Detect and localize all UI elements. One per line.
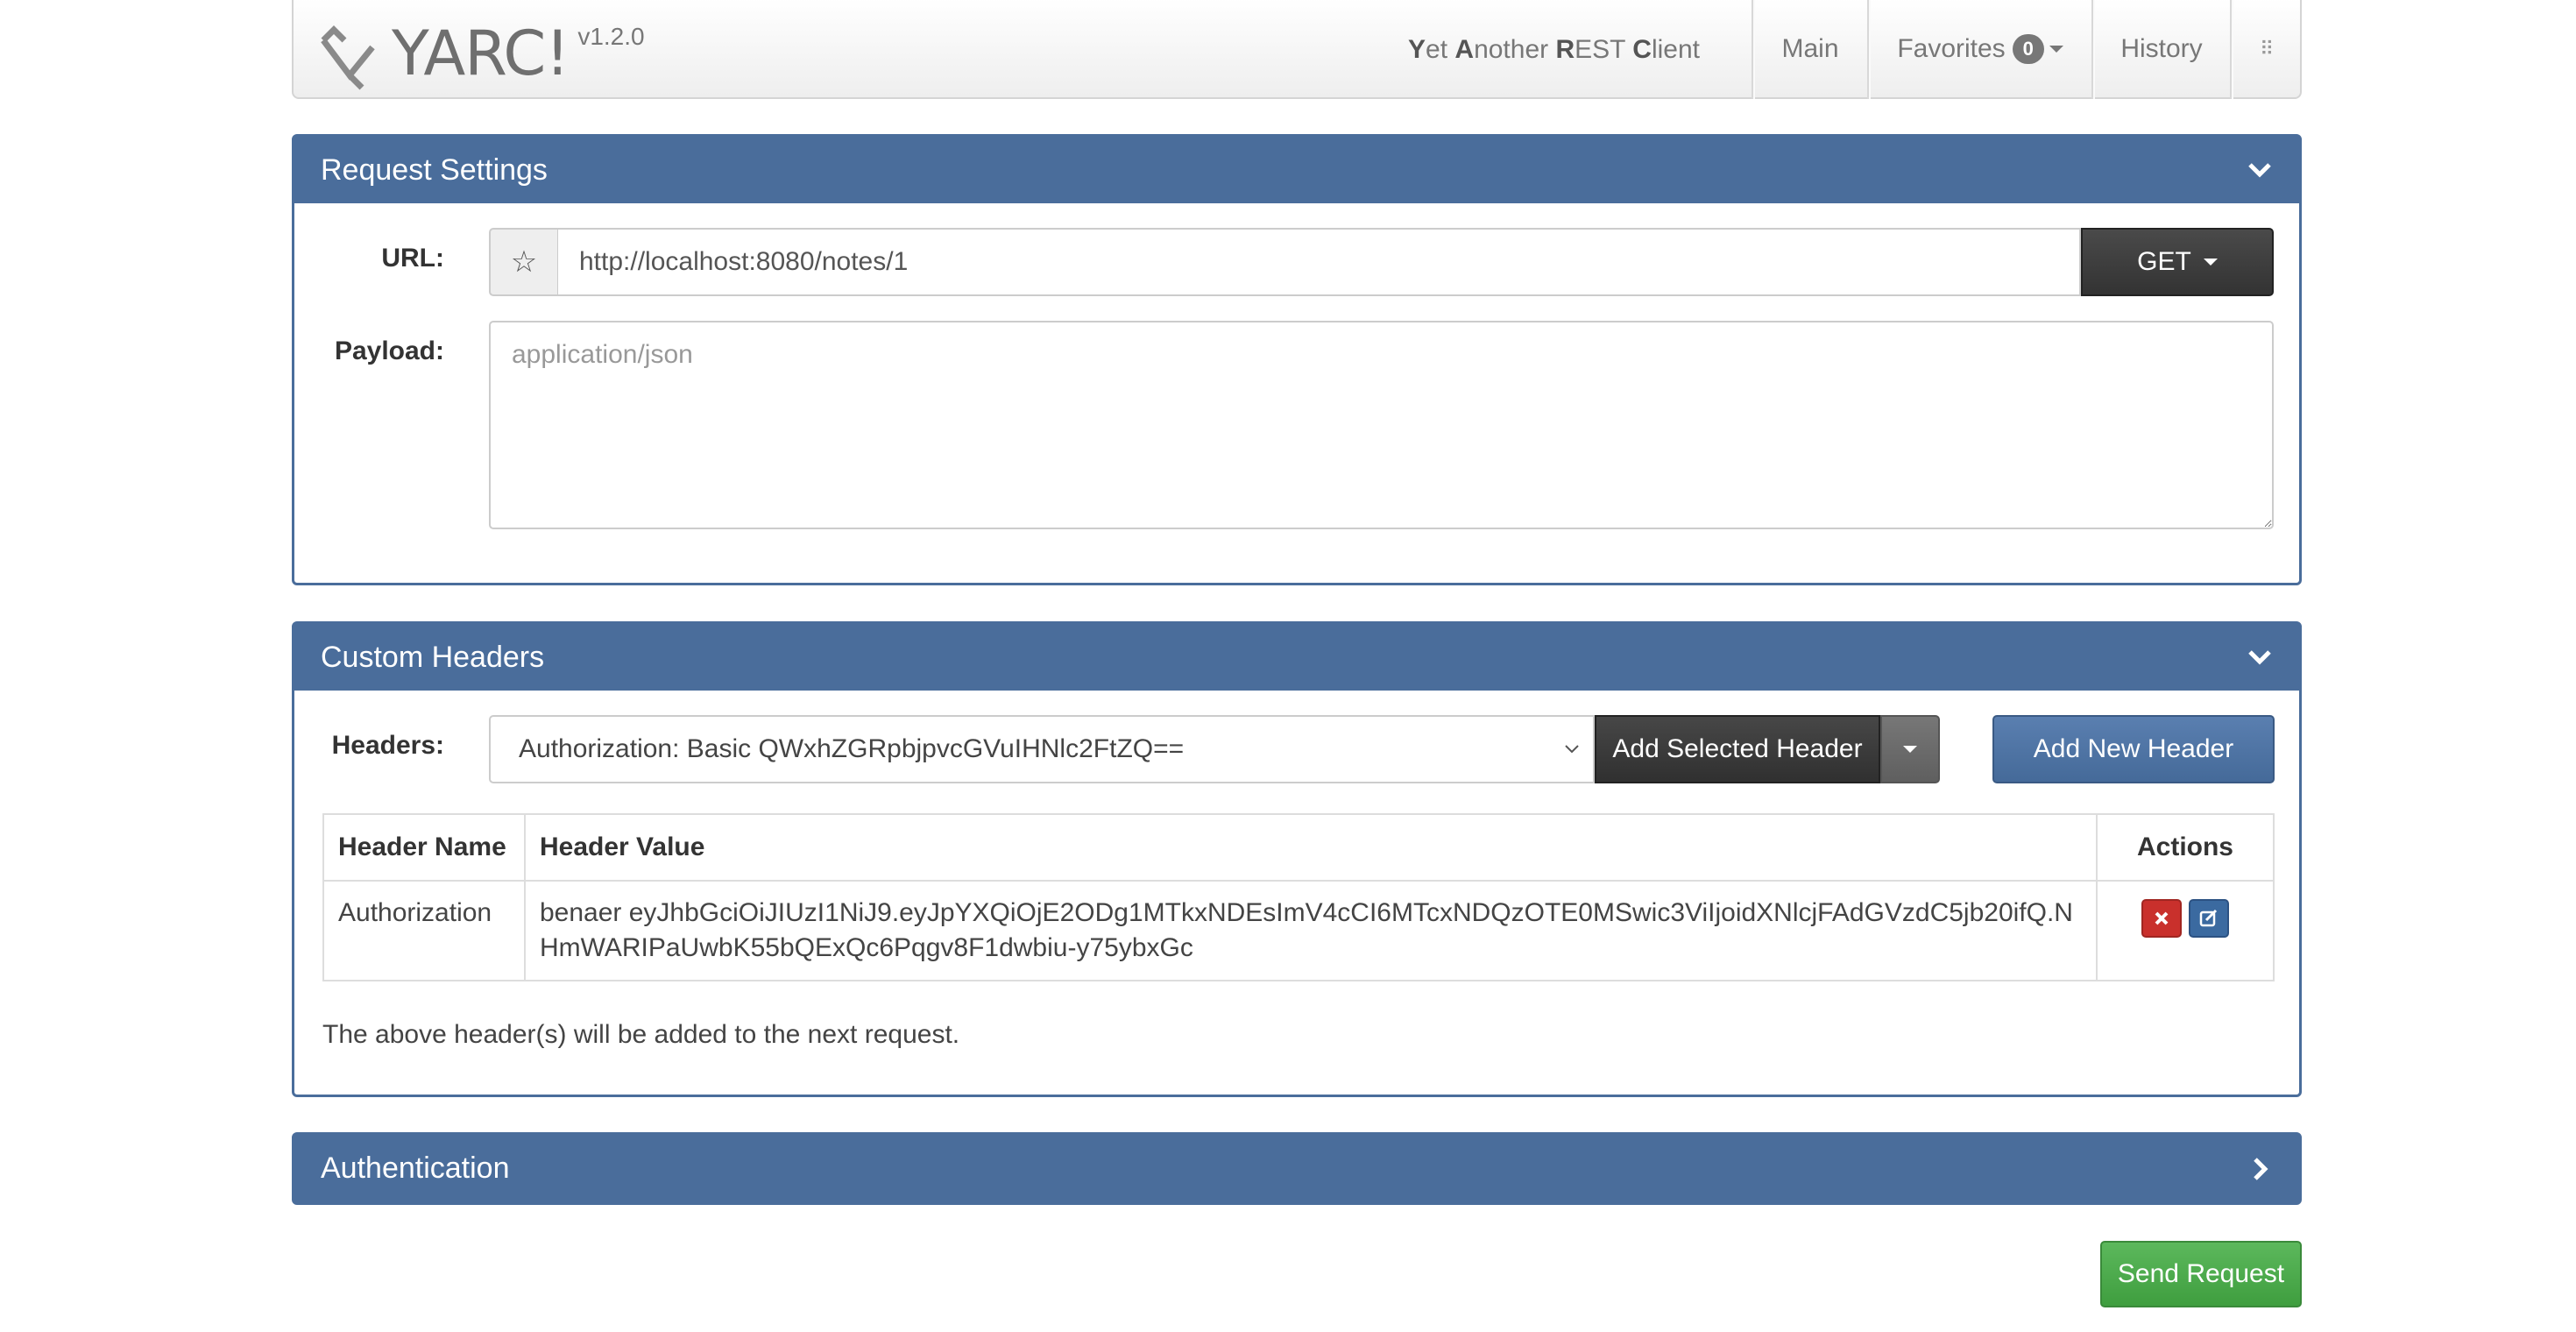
nav-history-label: History xyxy=(2120,33,2203,63)
table-header-row: Header Name Header Value Actions xyxy=(322,813,2275,882)
table-row: Authorization benaer eyJhbGciOiJIUzI1NiJ… xyxy=(322,880,2275,981)
payload-label: Payload: xyxy=(334,337,444,365)
chevron-down-icon xyxy=(2203,259,2218,266)
custom-headers-header[interactable]: Custom Headers xyxy=(294,624,2299,691)
request-settings-title: Request Settings xyxy=(321,152,548,187)
tagline: Yet Another REST Client xyxy=(1408,35,1700,64)
edit-header-button[interactable] xyxy=(2189,899,2229,938)
nav-main[interactable]: Main xyxy=(1752,0,1867,99)
column-header-actions: Actions xyxy=(2096,813,2275,882)
column-header-name: Header Name xyxy=(322,813,526,882)
custom-headers-title: Custom Headers xyxy=(321,640,545,674)
top-navbar: YARC! v1.2.0 Yet Another REST Client Mai… xyxy=(292,0,2302,99)
headers-table: Header Name Header Value Actions Authori… xyxy=(322,813,2275,981)
nav-favorites-dropdown[interactable]: Favorites 0 xyxy=(1867,0,2091,99)
nav-favorites-label: Favorites xyxy=(1897,33,2006,63)
request-settings-panel: Request Settings URL: ☆ GET Payload: xyxy=(292,134,2302,585)
chevron-right-icon xyxy=(2254,1157,2268,1180)
add-new-header-button[interactable]: Add New Header xyxy=(1992,715,2275,783)
chevron-down-icon xyxy=(1903,746,1917,753)
header-value-cell: benaer eyJhbGciOiJIUzI1NiJ9.eyJpYXQiOjE2… xyxy=(524,880,2098,981)
header-select-value: Authorization: Basic QWxhZGRpbjpvcGVuIHN… xyxy=(519,734,1185,763)
send-request-button[interactable]: Send Request xyxy=(2100,1241,2302,1307)
nav-drag-handle[interactable]: ⠿ xyxy=(2230,0,2300,99)
authentication-panel: Authentication xyxy=(292,1132,2302,1205)
payload-textarea[interactable] xyxy=(489,321,2274,529)
http-method-label: GET xyxy=(2137,247,2191,276)
add-selected-header-button[interactable]: Add Selected Header xyxy=(1595,715,1880,783)
send-request-label: Send Request xyxy=(2117,1259,2285,1288)
brand[interactable]: YARC! v1.2.0 xyxy=(316,9,645,91)
delete-header-button[interactable] xyxy=(2141,899,2182,938)
headers-note: The above header(s) will be added to the… xyxy=(322,1020,960,1049)
chevron-down-icon xyxy=(2248,650,2271,665)
chevron-down-icon xyxy=(2049,45,2063,53)
edit-icon xyxy=(2199,909,2218,927)
authentication-title: Authentication xyxy=(321,1151,510,1185)
star-icon: ☆ xyxy=(510,245,538,279)
header-actions-cell xyxy=(2096,880,2275,981)
brand-name: YARC! xyxy=(392,18,570,89)
header-select[interactable]: Authorization: Basic QWxhZGRpbjpvcGVuIHN… xyxy=(489,715,1595,783)
nav-history[interactable]: History xyxy=(2091,0,2230,99)
yarc-logo-icon xyxy=(321,25,375,90)
add-selected-header-label: Add Selected Header xyxy=(1612,734,1863,763)
url-label: URL: xyxy=(381,244,444,273)
add-new-header-label: Add New Header xyxy=(2033,734,2234,763)
authentication-header[interactable]: Authentication xyxy=(294,1135,2299,1202)
close-icon xyxy=(2155,911,2169,925)
request-settings-header[interactable]: Request Settings xyxy=(294,137,2299,203)
nav-menu: Main Favorites 0 History ⠿ xyxy=(1752,0,2300,99)
brand-version: v1.2.0 xyxy=(577,23,645,50)
favorites-count-badge: 0 xyxy=(2012,33,2044,64)
custom-headers-panel: Custom Headers Headers: Authorization: B… xyxy=(292,621,2302,1097)
http-method-dropdown[interactable]: GET xyxy=(2081,228,2274,296)
chevron-down-icon xyxy=(1565,745,1579,754)
headers-label: Headers: xyxy=(331,731,444,760)
add-selected-header-dropdown[interactable] xyxy=(1880,715,1940,783)
url-input[interactable] xyxy=(557,228,2081,296)
column-header-value: Header Value xyxy=(524,813,2098,882)
favorite-star-button[interactable]: ☆ xyxy=(489,228,557,296)
header-name-cell: Authorization xyxy=(322,880,526,981)
url-input-group: ☆ GET xyxy=(489,228,2274,296)
chevron-down-icon xyxy=(2248,163,2271,178)
nav-main-label: Main xyxy=(1781,33,1839,63)
grip-icon: ⠿ xyxy=(2259,37,2274,60)
